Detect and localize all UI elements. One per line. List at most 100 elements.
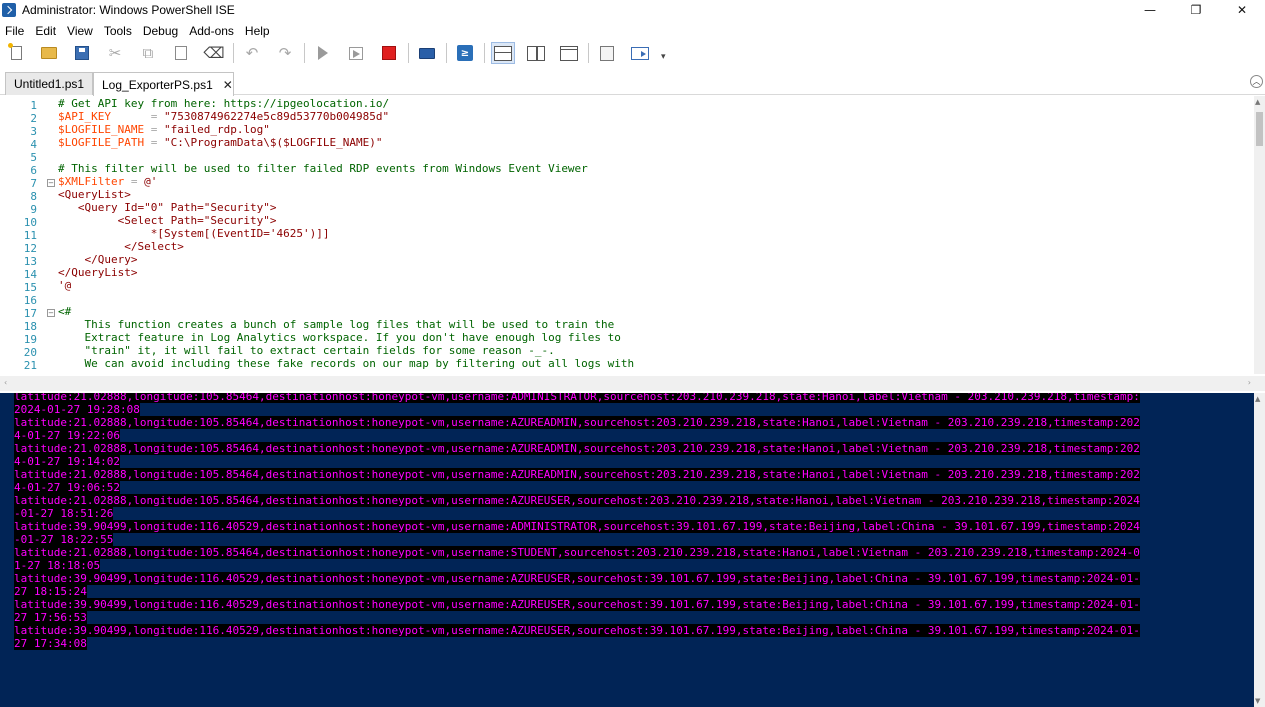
code-token: $LOGFILE_NAME	[58, 123, 145, 136]
menu-tools[interactable]: Tools	[99, 24, 138, 38]
code-line: <Select Path="Security">	[58, 214, 1253, 227]
line-number: 5	[30, 151, 37, 164]
show-commands-addon-button[interactable]	[628, 42, 652, 64]
collapse-script-pane-icon[interactable]: ︿	[1250, 75, 1263, 88]
console-line: 2024-01-27 19:28:08	[14, 403, 140, 416]
menu-file[interactable]: File	[0, 24, 30, 38]
code-token: *[System[(EventID='4625')]]	[58, 227, 330, 240]
menu-edit[interactable]: Edit	[30, 24, 62, 38]
scroll-left-icon[interactable]: ‹	[4, 378, 7, 387]
paste-button[interactable]	[169, 42, 193, 64]
cut-icon: ✂	[108, 43, 122, 62]
show-script-max-button[interactable]	[557, 42, 581, 64]
code-line: $XMLFilter = @'	[58, 175, 1253, 188]
code-line: $API_KEY = "7530874962274e5c89d53770b004…	[58, 110, 1253, 123]
close-button[interactable]: ✕	[1219, 0, 1265, 20]
fold-toggle-icon[interactable]: −	[47, 309, 55, 317]
layout-top-icon	[494, 45, 512, 61]
menu-help[interactable]: Help	[240, 24, 276, 38]
scroll-up-icon[interactable]: ▲	[1255, 98, 1260, 106]
script-editor[interactable]: 1 2 3 4 5 6 7 8 9 10 11 12 13 14 15 16 17 18 19 20 21− − # Ge…	[0, 96, 1265, 374]
show-script-right-button[interactable]	[524, 42, 548, 64]
code-token: "train" it, it will fail to extract cert…	[58, 344, 555, 357]
code-line: </Select>	[58, 240, 1253, 253]
scroll-right-icon[interactable]: ›	[1248, 378, 1251, 387]
code-token: =	[144, 136, 164, 149]
scroll-up-icon[interactable]: ▲	[1255, 395, 1260, 403]
console-pane[interactable]: latitude:21.02888,longitude:105.85464,de…	[0, 393, 1265, 707]
copy-button[interactable]: ⧉	[136, 42, 160, 64]
tab-untitled1[interactable]: Untitled1.ps1	[5, 72, 93, 95]
console-line: -01-27 18:22:55	[14, 533, 114, 546]
console-line: 27 18:15:24	[14, 585, 87, 598]
folder-open-icon	[41, 47, 57, 59]
new-script-button[interactable]	[4, 42, 28, 64]
script-code[interactable]: # Get API key from here: https://ipgeolo…	[58, 97, 1253, 370]
cut-button[interactable]: ✂	[103, 42, 127, 64]
line-number: 20	[23, 346, 37, 359]
toolbar-separator	[233, 43, 234, 63]
code-line: This function creates a bunch of sample …	[58, 318, 1253, 331]
console-line: 4-01-27 19:06:52	[14, 481, 120, 494]
maximize-button[interactable]: ❐	[1173, 0, 1219, 20]
line-number: 21	[23, 359, 37, 372]
code-token: # This filter will be used to filter fai…	[58, 162, 588, 175]
undo-button[interactable]: ↶	[240, 42, 264, 64]
show-script-top-button[interactable]	[491, 42, 515, 64]
toolbar-separator	[588, 43, 589, 63]
console-line: latitude:21.02888,longitude:105.85464,de…	[14, 546, 1140, 559]
start-powershell-button[interactable]: ≥	[453, 42, 477, 64]
redo-button[interactable]: ↷	[273, 42, 297, 64]
save-script-button[interactable]	[70, 42, 94, 64]
stop-operation-button[interactable]	[377, 42, 401, 64]
minimize-button[interactable]: —	[1127, 0, 1173, 20]
console-line: latitude:39.90499,longitude:116.40529,de…	[14, 598, 1140, 611]
code-line: <#	[58, 305, 1253, 318]
console-line: 27 17:56:53	[14, 611, 87, 624]
menu-add-ons[interactable]: Add-ons	[184, 24, 240, 38]
line-number: 17	[23, 307, 37, 320]
code-line: *[System[(EventID='4625')]]	[58, 227, 1253, 240]
code-token: "7530874962274e5c89d53770b004985d"	[163, 110, 390, 123]
line-number: 11	[23, 229, 37, 242]
toolbar-overflow-icon[interactable]: ▾	[661, 52, 666, 62]
layout-max-icon	[560, 45, 578, 61]
scrollbar-thumb[interactable]	[1256, 112, 1263, 146]
show-snippets-button[interactable]	[595, 42, 619, 64]
tab-close-icon[interactable]: ✕	[223, 78, 233, 92]
code-token: </Select>	[58, 240, 184, 253]
run-script-button[interactable]	[311, 42, 335, 64]
clear-console-button[interactable]: ⌫	[202, 42, 226, 64]
line-number: 10	[23, 216, 37, 229]
new-remote-tab-button[interactable]	[415, 42, 439, 64]
remote-icon	[419, 47, 435, 59]
menu-bar: File Edit View Tools Debug Add-ons Help	[0, 21, 276, 40]
run-selection-icon	[349, 46, 363, 60]
broom-icon: ⌫	[203, 43, 225, 62]
editor-horizontal-scrollbar[interactable]: ‹ ›	[0, 376, 1265, 391]
run-selection-button[interactable]	[344, 42, 368, 64]
code-token: '@	[58, 279, 72, 292]
code-token: </Query>	[58, 253, 138, 266]
fold-toggle-icon[interactable]: −	[47, 179, 55, 187]
line-number: 3	[30, 125, 37, 138]
code-token: Extract feature in Log Analytics workspa…	[58, 331, 621, 344]
stop-icon	[382, 46, 396, 60]
code-token: =	[110, 110, 164, 123]
code-token: </QueryList>	[58, 266, 138, 279]
scroll-down-icon[interactable]: ▼	[1255, 697, 1260, 705]
run-icon	[318, 46, 328, 60]
toolbar-separator	[484, 43, 485, 63]
code-token: "failed_rdp.log"	[163, 123, 270, 136]
code-token: $XMLFilter	[58, 175, 125, 188]
editor-vertical-scrollbar[interactable]: ▲	[1254, 96, 1265, 374]
tab-log-exporter[interactable]: Log_ExporterPS.ps1 ✕	[93, 72, 234, 96]
line-number: 2	[30, 112, 37, 125]
code-token: "C:\ProgramData\$($LOGFILE_NAME)"	[163, 136, 383, 149]
menu-view[interactable]: View	[62, 24, 99, 38]
console-vertical-scrollbar[interactable]: ▲ ▼	[1254, 393, 1265, 707]
console-line: latitude:39.90499,longitude:116.40529,de…	[14, 572, 1140, 585]
menu-debug[interactable]: Debug	[138, 24, 184, 38]
line-number: 12	[23, 242, 37, 255]
open-script-button[interactable]	[37, 42, 61, 64]
